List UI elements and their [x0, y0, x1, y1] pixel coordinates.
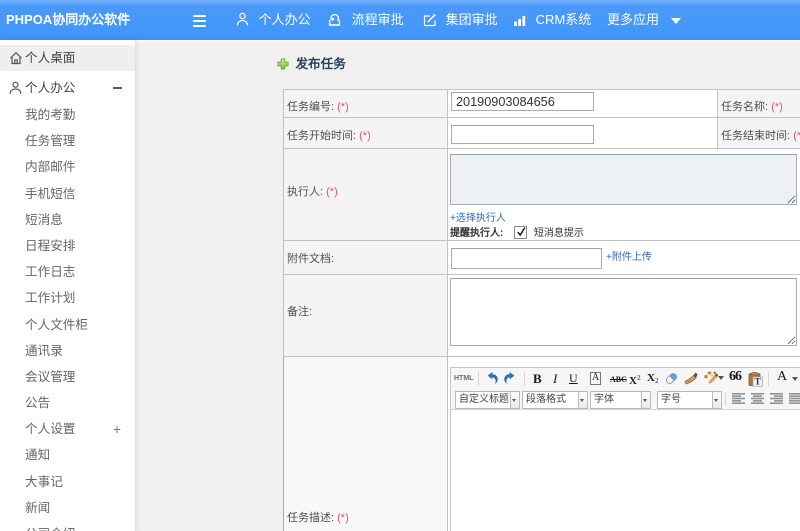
- svg-text:T: T: [755, 378, 762, 387]
